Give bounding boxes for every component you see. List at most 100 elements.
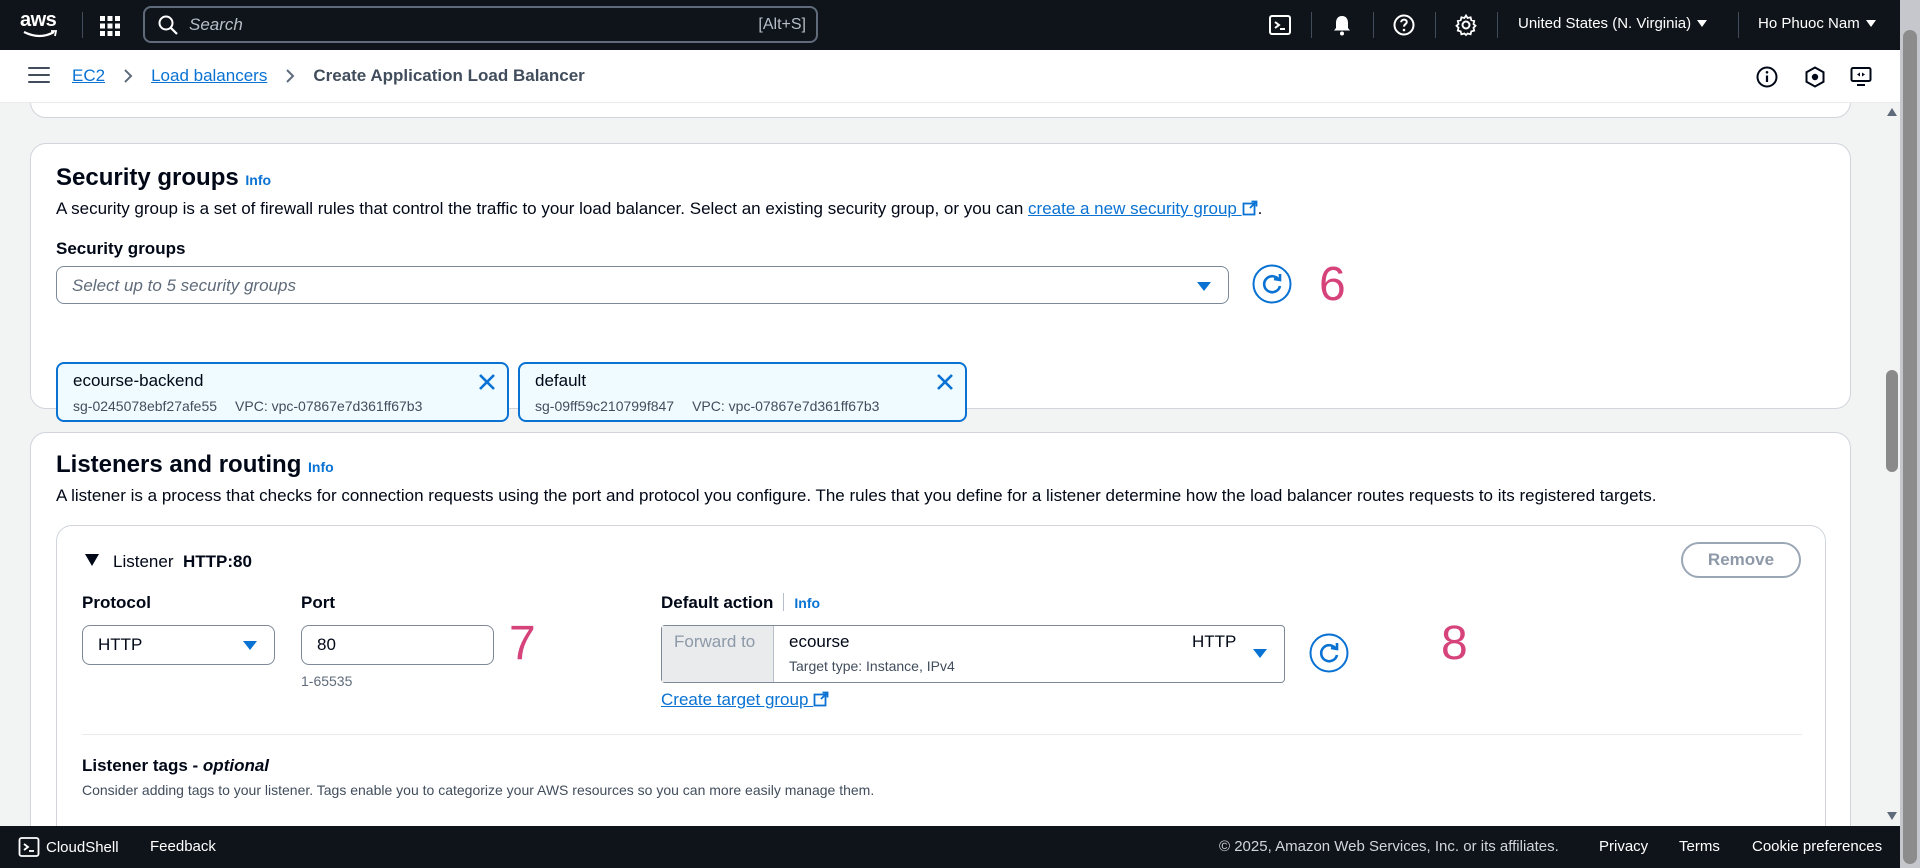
protocol-label: Protocol	[82, 593, 151, 612]
search-input[interactable]	[189, 14, 709, 35]
caret-down-icon	[1865, 20, 1876, 27]
aws-logo[interactable]: aws	[20, 10, 62, 40]
collapse-caret-icon[interactable]	[85, 554, 99, 566]
token-details: sg-0245078ebf27afe55 VPC: vpc-07867e7d361…	[73, 398, 422, 414]
token-name: default	[535, 371, 587, 390]
nav-separator	[1435, 12, 1436, 38]
global-search[interactable]: [Alt+S]	[143, 6, 818, 43]
external-link-icon	[1242, 200, 1258, 216]
search-icon	[158, 15, 178, 35]
aws-logo-text: aws	[20, 9, 57, 31]
cloudshell-icon[interactable]	[1268, 13, 1292, 37]
content-scrollbar-thumb[interactable]	[1886, 370, 1898, 472]
breadcrumb-ec2[interactable]: EC2	[72, 66, 105, 86]
aws-smile-icon	[23, 30, 58, 38]
nav-separator	[1497, 12, 1498, 38]
chevron-right-icon	[124, 69, 133, 83]
security-groups-panel: Security groups Info A security group is…	[30, 143, 1851, 422]
section-divider	[82, 734, 1802, 735]
scroll-up-arrow-icon[interactable]	[1887, 108, 1897, 116]
annotation-number: 6	[1319, 258, 1346, 311]
annotation-number: 7	[509, 617, 536, 670]
screen-share-icon[interactable]	[1849, 65, 1873, 89]
top-navigation: aws [Alt+S] United States (N. Virginia) …	[0, 0, 1920, 50]
help-icon[interactable]	[1392, 13, 1416, 37]
target-group-name: ecourse	[789, 632, 850, 651]
notifications-bell-icon[interactable]	[1330, 13, 1354, 37]
port-hint: 1-65535	[301, 673, 353, 689]
description-period: .	[1257, 199, 1263, 218]
breadcrumb-load-balancers[interactable]: Load balancers	[151, 66, 267, 86]
security-groups-title: Security groups	[56, 164, 239, 191]
annotation-number: 8	[1441, 617, 1468, 670]
forward-to-label: Forward to	[662, 626, 774, 682]
token-id: sg-0245078ebf27afe55	[73, 398, 218, 414]
info-link[interactable]: Info	[308, 459, 334, 475]
cloudshell-label: CloudShell	[46, 838, 119, 856]
settings-gear-icon[interactable]	[1454, 13, 1478, 37]
create-target-group-link[interactable]: Create target group	[661, 690, 829, 710]
hexagon-settings-icon[interactable]	[1803, 65, 1827, 89]
caret-down-icon	[1197, 282, 1211, 291]
info-link[interactable]: Info	[245, 172, 271, 188]
caret-down-icon	[1697, 20, 1708, 27]
region-label: United States (N. Virginia)	[1518, 15, 1692, 32]
previous-section-panel	[30, 103, 1851, 118]
security-group-token: ecourse-backend sg-0245078ebf27afe55 VPC:…	[56, 362, 509, 422]
menu-hamburger-icon[interactable]	[28, 67, 50, 85]
breadcrumb-bar: EC2 Load balancers Create Application Lo…	[0, 50, 1900, 103]
search-shortcut: [Alt+S]	[758, 15, 806, 33]
protocol-select[interactable]: HTTP	[82, 625, 275, 665]
port-input[interactable]	[301, 625, 494, 665]
token-vpc: VPC: vpc-07867e7d361ff67b3	[235, 398, 423, 414]
cloudshell-icon	[18, 837, 40, 857]
nav-separator	[1738, 12, 1739, 38]
port-label: Port	[301, 593, 335, 612]
cloudshell-button[interactable]: CloudShell	[18, 836, 119, 858]
create-security-group-link-text: create a new security group	[1028, 199, 1237, 218]
description-text: A security group is a set of firewall ru…	[56, 199, 1029, 218]
info-link[interactable]: Info	[794, 595, 820, 611]
section-description: A security group is a set of firewall ru…	[56, 199, 1262, 219]
cookie-preferences-link[interactable]: Cookie preferences	[1752, 838, 1882, 855]
scroll-down-arrow-icon[interactable]	[1887, 812, 1897, 820]
nav-separator	[1311, 12, 1312, 38]
section-title: Listeners and routing Info	[56, 451, 334, 479]
token-details: sg-09ff59c210799f847 VPC: vpc-07867e7d361…	[535, 398, 879, 414]
breadcrumb: EC2 Load balancers Create Application Lo…	[72, 66, 585, 86]
window-scrollbar-thumb[interactable]	[1903, 30, 1917, 864]
listener-container: Listener HTTP:80 Remove Protocol HTTP Po…	[56, 525, 1826, 826]
security-groups-label: Security groups	[56, 239, 186, 258]
refresh-button[interactable]	[1252, 264, 1292, 304]
remove-token-icon[interactable]	[477, 372, 497, 392]
default-action-label: Default action Info	[661, 593, 820, 613]
target-type: Target type: Instance, IPv4	[789, 658, 955, 674]
feedback-link[interactable]: Feedback	[150, 838, 216, 855]
main-content: Security groups Info A security group is…	[0, 103, 1880, 826]
chevron-right-icon	[286, 69, 295, 83]
terms-link[interactable]: Terms	[1679, 838, 1720, 855]
privacy-link[interactable]: Privacy	[1599, 838, 1648, 855]
security-groups-select[interactable]: Select up to 5 security groups	[56, 266, 1229, 304]
section-title: Security groups Info	[56, 164, 271, 192]
create-target-group-text: Create target group	[661, 690, 809, 709]
token-name: ecourse-backend	[73, 371, 204, 390]
info-panel-icon[interactable]	[1755, 65, 1779, 89]
region-selector[interactable]: United States (N. Virginia)	[1518, 15, 1708, 32]
remove-token-icon[interactable]	[935, 372, 955, 392]
listeners-panel: Listeners and routing Info A listener is…	[30, 432, 1851, 826]
default-action-select[interactable]: Forward to ecourse Target type: Instance…	[661, 625, 1285, 683]
divider	[783, 593, 785, 611]
tags-optional: optional	[202, 756, 270, 775]
security-group-token: default sg-09ff59c210799f847 VPC: vpc-078…	[518, 362, 967, 422]
refresh-button[interactable]	[1309, 633, 1349, 673]
caret-down-icon	[243, 641, 257, 650]
create-security-group-link[interactable]: create a new security group	[1028, 199, 1258, 218]
remove-listener-button[interactable]: Remove	[1681, 542, 1801, 578]
footer: CloudShell Feedback © 2025, Amazon Web S…	[0, 826, 1900, 868]
protocol-value: HTTP	[98, 635, 143, 654]
token-id: sg-09ff59c210799f847	[535, 398, 675, 414]
account-menu[interactable]: Ho Phuoc Nam	[1758, 15, 1876, 32]
services-grid-icon[interactable]	[98, 14, 122, 38]
account-name: Ho Phuoc Nam	[1758, 15, 1860, 32]
